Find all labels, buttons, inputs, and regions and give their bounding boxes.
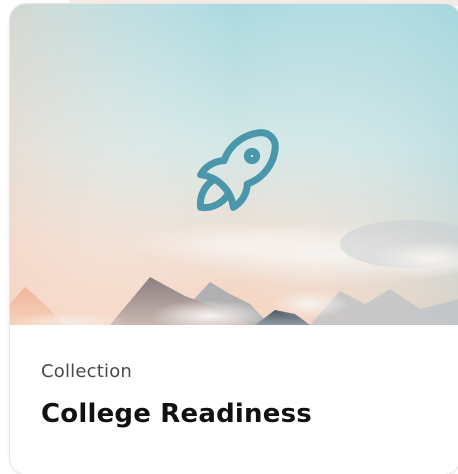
card-body: Collection College Readiness bbox=[10, 325, 458, 474]
rocket-icon bbox=[196, 129, 279, 212]
collection-title[interactable]: College Readiness bbox=[41, 399, 312, 429]
collection-card[interactable]: Collection College Readiness bbox=[10, 4, 458, 474]
collection-label: Collection bbox=[41, 361, 133, 382]
hero-image bbox=[10, 4, 458, 325]
